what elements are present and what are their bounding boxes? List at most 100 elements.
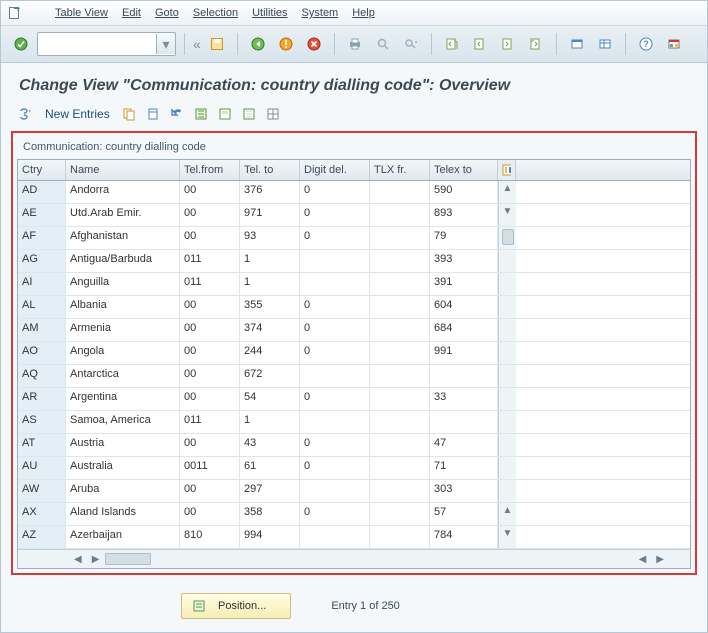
menu-table-view[interactable]: Table View (55, 7, 108, 19)
cell-tel-from[interactable]: 00 (180, 319, 240, 341)
cell-tel-from[interactable]: 00 (180, 296, 240, 318)
cell-tel-to[interactable]: 297 (240, 480, 300, 502)
save-icon[interactable] (205, 32, 229, 56)
find-icon[interactable] (371, 32, 395, 56)
cell-tlx-fr[interactable] (370, 480, 430, 502)
cell-tel-from[interactable]: 00 (180, 204, 240, 226)
settings-icon[interactable] (662, 32, 686, 56)
next-page-icon[interactable] (496, 32, 520, 56)
cell-tlx-fr[interactable] (370, 434, 430, 456)
cell-tel-to[interactable]: 994 (240, 526, 300, 548)
cell-digit-del[interactable] (300, 273, 370, 295)
menu-selection[interactable]: Selection (193, 7, 238, 19)
cell-name[interactable]: Andorra (66, 181, 180, 203)
hscroll-right2-icon[interactable]: ▶ (652, 554, 668, 565)
cell-tel-from[interactable]: 00 (180, 342, 240, 364)
cell-tel-from[interactable]: 00 (180, 181, 240, 203)
cell-name[interactable]: Anguilla (66, 273, 180, 295)
cell-name[interactable]: Utd.Arab Emir. (66, 204, 180, 226)
position-button[interactable]: Position... (181, 593, 291, 619)
cell-tel-from[interactable]: 00 (180, 365, 240, 387)
back-icon[interactable] (246, 32, 270, 56)
cell-telex-to[interactable]: 33 (430, 388, 498, 410)
change-icon[interactable] (17, 105, 35, 123)
cell-name[interactable]: Afghanistan (66, 227, 180, 249)
new-session-icon[interactable] (565, 32, 589, 56)
cell-telex-to[interactable]: 590 (430, 181, 498, 203)
cell-ctry[interactable]: AQ (18, 365, 66, 387)
cell-name[interactable]: Aland Islands (66, 503, 180, 525)
cell-digit-del[interactable]: 0 (300, 457, 370, 479)
cell-telex-to[interactable] (430, 365, 498, 387)
cell-ctry[interactable]: AM (18, 319, 66, 341)
print-icon[interactable] (343, 32, 367, 56)
cell-tel-from[interactable]: 00 (180, 480, 240, 502)
cell-name[interactable]: Albania (66, 296, 180, 318)
cell-tel-from[interactable]: 00 (180, 503, 240, 525)
undo-icon[interactable] (168, 105, 186, 123)
cell-ctry[interactable]: AF (18, 227, 66, 249)
help-icon[interactable]: ? (634, 32, 658, 56)
configure-columns-icon[interactable] (498, 160, 516, 180)
vscroll-up-step-icon[interactable]: ▲ (503, 503, 513, 518)
cell-telex-to[interactable]: 604 (430, 296, 498, 318)
cell-digit-del[interactable] (300, 526, 370, 548)
col-tel-from[interactable]: Tel.from (180, 160, 240, 180)
cell-tel-from[interactable]: 0011 (180, 457, 240, 479)
menu-utilities[interactable]: Utilities (252, 7, 287, 19)
col-ctry[interactable]: Ctry (18, 160, 66, 180)
cell-telex-to[interactable]: 893 (430, 204, 498, 226)
vscroll-up-icon[interactable]: ▲ (503, 181, 513, 196)
table-row[interactable]: AQAntarctica00672 (18, 365, 690, 388)
col-digit-del[interactable]: Digit del. (300, 160, 370, 180)
select-block-icon[interactable] (216, 105, 234, 123)
cell-digit-del[interactable] (300, 411, 370, 433)
history-back-icon[interactable]: « (193, 36, 201, 52)
table-row[interactable]: AEUtd.Arab Emir.009710893▼ (18, 204, 690, 227)
table-row[interactable]: AXAland Islands00358057▲ (18, 503, 690, 526)
cell-name[interactable]: Azerbaijan (66, 526, 180, 548)
table-row[interactable]: AMArmenia003740684 (18, 319, 690, 342)
cell-tel-to[interactable]: 244 (240, 342, 300, 364)
cell-name[interactable]: Austria (66, 434, 180, 456)
col-name[interactable]: Name (66, 160, 180, 180)
menu-help[interactable]: Help (352, 7, 375, 19)
col-tlx-fr[interactable]: TLX fr. (370, 160, 430, 180)
cell-digit-del[interactable]: 0 (300, 319, 370, 341)
cell-telex-to[interactable]: 79 (430, 227, 498, 249)
table-row[interactable]: ASSamoa, America0111 (18, 411, 690, 434)
cell-ctry[interactable]: AO (18, 342, 66, 364)
hscroll-left-icon[interactable]: ◀ (70, 554, 86, 565)
cell-ctry[interactable]: AX (18, 503, 66, 525)
cell-name[interactable]: Armenia (66, 319, 180, 341)
prev-page-icon[interactable] (468, 32, 492, 56)
cell-telex-to[interactable]: 303 (430, 480, 498, 502)
cell-name[interactable]: Antigua/Barbuda (66, 250, 180, 272)
vscroll-thumb[interactable] (502, 229, 514, 245)
select-all-icon[interactable] (192, 105, 210, 123)
cell-telex-to[interactable]: 784 (430, 526, 498, 548)
cell-ctry[interactable]: AI (18, 273, 66, 295)
cell-ctry[interactable]: AR (18, 388, 66, 410)
cell-tlx-fr[interactable] (370, 388, 430, 410)
table-row[interactable]: AGAntigua/Barbuda0111393 (18, 250, 690, 273)
cell-tlx-fr[interactable] (370, 526, 430, 548)
cell-telex-to[interactable]: 57 (430, 503, 498, 525)
table-row[interactable]: ARArgentina0054033 (18, 388, 690, 411)
cell-tel-to[interactable]: 1 (240, 411, 300, 433)
menu-system[interactable]: System (302, 7, 339, 19)
first-page-icon[interactable] (440, 32, 464, 56)
cell-name[interactable]: Antarctica (66, 365, 180, 387)
menu-goto[interactable]: Goto (155, 7, 179, 19)
cell-name[interactable]: Australia (66, 457, 180, 479)
exit-icon[interactable] (274, 32, 298, 56)
cell-tlx-fr[interactable] (370, 181, 430, 203)
deselect-all-icon[interactable] (240, 105, 258, 123)
cell-name[interactable]: Angola (66, 342, 180, 364)
col-telex-to[interactable]: Telex to (430, 160, 498, 180)
cell-digit-del[interactable] (300, 250, 370, 272)
cell-tel-from[interactable]: 00 (180, 227, 240, 249)
cell-tlx-fr[interactable] (370, 204, 430, 226)
vscroll-down-step-icon[interactable]: ▼ (503, 204, 513, 219)
cell-ctry[interactable]: AL (18, 296, 66, 318)
